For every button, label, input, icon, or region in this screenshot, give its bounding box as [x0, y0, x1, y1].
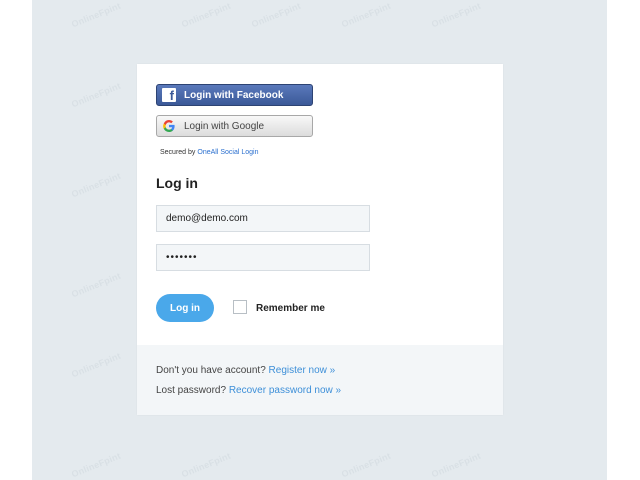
- secured-prefix: Secured by: [160, 149, 196, 156]
- login-card: f Login with Facebook Login with Google …: [137, 64, 503, 415]
- login-button[interactable]: Log in: [156, 294, 214, 322]
- google-login-button[interactable]: Login with Google: [156, 115, 313, 137]
- register-link[interactable]: Register now »: [269, 365, 336, 376]
- remember-me-checkbox[interactable]: [233, 300, 247, 314]
- recover-row: Lost password? Recover password now »: [156, 385, 341, 396]
- facebook-login-button[interactable]: f Login with Facebook: [156, 84, 313, 106]
- register-row: Don't you have account? Register now »: [156, 365, 335, 376]
- recover-password-link[interactable]: Recover password now »: [229, 385, 341, 396]
- card-footer: [137, 345, 503, 415]
- facebook-login-label: Login with Facebook: [184, 89, 284, 101]
- page-title: Log in: [156, 175, 198, 191]
- email-field[interactable]: [156, 205, 370, 232]
- oneall-link[interactable]: OneAll Social Login: [197, 149, 258, 156]
- remember-me-label: Remember me: [256, 303, 325, 314]
- register-prompt: Don't you have account?: [156, 365, 266, 376]
- google-login-label: Login with Google: [184, 120, 265, 132]
- secured-by-text: Secured by OneAll Social Login: [160, 149, 258, 156]
- facebook-icon: f: [162, 88, 176, 102]
- password-field[interactable]: [156, 244, 370, 271]
- google-icon: [163, 120, 175, 132]
- lost-password-prompt: Lost password?: [156, 385, 227, 396]
